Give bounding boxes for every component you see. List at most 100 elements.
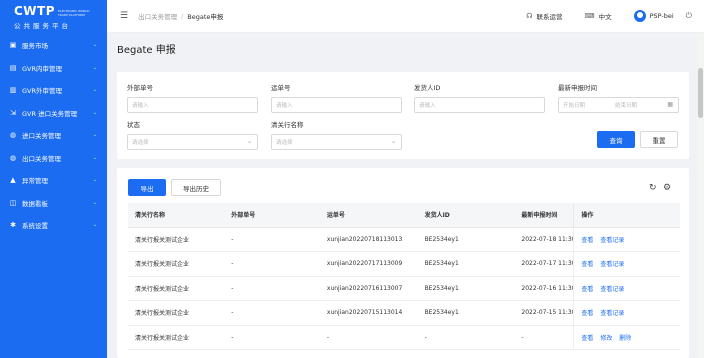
edit-link[interactable]: 修改 bbox=[600, 335, 612, 342]
delete-link[interactable]: 删除 bbox=[619, 335, 631, 342]
cell-time: 2022-07-15 11:30 bbox=[514, 300, 574, 326]
cell-customs-name: 清关行报关测试企业 bbox=[128, 300, 225, 326]
column-header: 外部单号 bbox=[224, 203, 320, 228]
gear-icon: ✱ bbox=[10, 221, 16, 230]
globe-icon: ◍ bbox=[9, 131, 17, 140]
view-link[interactable]: 查看 bbox=[581, 286, 593, 293]
dashboard-icon: ◫ bbox=[9, 198, 17, 207]
sidebar-item-export-customs[interactable]: ◍ 出口关务管理 ⌄ bbox=[0, 147, 107, 170]
view-records-link[interactable]: 查看记录 bbox=[600, 286, 624, 293]
export-history-button[interactable]: 导出历史 bbox=[171, 179, 221, 196]
sidebar-item-service-market[interactable]: ▣ 服务市场 ⌄ bbox=[0, 34, 107, 57]
contact-ops-button[interactable]: ☊ 联系运营 bbox=[526, 11, 562, 21]
waybill-no-field: 运单号 请输入 bbox=[271, 82, 402, 113]
cell-ops: 查看 查看记录 bbox=[573, 300, 680, 326]
view-link[interactable]: 查看 bbox=[581, 237, 593, 244]
sidebar-item-import-customs[interactable]: ◍ 进口关务管理 ⌄ bbox=[0, 124, 107, 147]
menu-toggle-icon[interactable]: ☰ bbox=[120, 11, 128, 21]
cell-external-no: - bbox=[224, 276, 320, 301]
page-scrollbar[interactable] bbox=[697, 34, 704, 358]
sidebar-menu: ▣ 服务市场 ⌄ ▤ GVR内审管理 ⌄ ▥ GVR外审管理 ⌄ ⇲ GVR 进… bbox=[0, 34, 107, 237]
cell-ops: 查看 查看记录 bbox=[573, 227, 680, 252]
language-label: 中文 bbox=[598, 13, 612, 21]
sidebar-item-label: 数据看板 bbox=[22, 199, 48, 208]
sidebar-item-exceptions[interactable]: ▲ 异常管理 ⌄ bbox=[0, 169, 107, 192]
view-link[interactable]: 查看 bbox=[581, 310, 593, 317]
waybill-no-input[interactable]: 请输入 bbox=[271, 97, 402, 113]
warning-icon: ▲ bbox=[10, 176, 16, 185]
query-button[interactable]: 查询 bbox=[597, 131, 635, 148]
column-header: 最新申报时间 bbox=[514, 203, 574, 228]
customs-name-label: 清关行名称 bbox=[271, 121, 304, 129]
table-header-row: 清关行名称 外部单号 运单号 发货人ID 最新申报时间 操作 bbox=[128, 203, 680, 228]
column-header: 运单号 bbox=[319, 203, 418, 228]
shipper-id-placeholder: 请输入 bbox=[419, 103, 436, 109]
cell-ops: 查看 查看记录 bbox=[573, 276, 680, 301]
cell-time: 2022-07-18 11:30 bbox=[514, 227, 574, 252]
sidebar: CWTP ELECTRONIC WORLD TRADE PLATFORM 公共服… bbox=[0, 0, 107, 358]
page-title: Begate 申报 bbox=[117, 45, 176, 56]
date-end: 结束日期 bbox=[615, 103, 638, 109]
chevron-down-icon: ⌄ bbox=[92, 199, 97, 206]
cell-external-no: - bbox=[224, 251, 320, 277]
cell-shipper: BE2534ey1 bbox=[417, 276, 515, 301]
scrollbar-thumb[interactable] bbox=[698, 68, 703, 118]
date-range-picker[interactable]: 开始日期 结束日期 ▦ bbox=[558, 97, 679, 113]
sidebar-item-label: 服务市场 bbox=[22, 42, 48, 51]
status-label: 状态 bbox=[127, 121, 140, 129]
export-button[interactable]: 导出 bbox=[128, 179, 166, 196]
cell-customs-name: 清关行报关测试企业 bbox=[128, 227, 225, 252]
user-name[interactable]: PSP-bei bbox=[650, 12, 674, 20]
cell-customs-name: 清关行报关测试企业 bbox=[128, 276, 225, 301]
top-right-actions: ☊ 联系运营 ⌨ 中文 PSP-bei ⏻ bbox=[526, 10, 704, 22]
sidebar-item-label: 系统设置 bbox=[22, 222, 48, 231]
cell-customs-name: 清关行报关测试企业 bbox=[128, 325, 225, 350]
language-switch[interactable]: ⌨ 中文 bbox=[584, 11, 611, 21]
contact-ops-label: 联系运营 bbox=[536, 13, 563, 21]
sidebar-item-label: GVR外审管理 bbox=[22, 87, 62, 96]
customs-name-field: 清关行名称 请选择 ⌄ bbox=[271, 119, 402, 150]
chevron-down-icon: ⌄ bbox=[390, 138, 396, 145]
sidebar-item-gvr-internal[interactable]: ▤ GVR内审管理 ⌄ bbox=[0, 57, 107, 80]
sidebar-item-label: 异常管理 bbox=[22, 177, 48, 186]
logo-tagline: ELECTRONIC WORLD TRADE PLATFORM bbox=[58, 9, 90, 17]
import-icon: ⇲ bbox=[10, 108, 16, 117]
sidebar-item-gvr-external[interactable]: ▥ GVR外审管理 ⌄ bbox=[0, 79, 107, 102]
breadcrumb-parent[interactable]: 出口关务管理 bbox=[138, 11, 177, 21]
external-no-input[interactable]: 请输入 bbox=[127, 97, 258, 113]
view-link[interactable]: 查看 bbox=[581, 335, 593, 342]
view-records-link[interactable]: 查看记录 bbox=[600, 310, 624, 317]
shipper-id-field: 发货人ID 请输入 bbox=[414, 82, 545, 113]
calendar-icon: ▦ bbox=[667, 101, 673, 108]
chevron-down-icon: ⌄ bbox=[92, 177, 97, 184]
headset-icon: ☊ bbox=[526, 12, 533, 20]
view-records-link[interactable]: 查看记录 bbox=[600, 237, 624, 244]
customs-name-select[interactable]: 请选择 ⌄ bbox=[271, 134, 402, 150]
logo-name: 公共服务平台 bbox=[14, 22, 71, 30]
reset-button[interactable]: 重置 bbox=[640, 131, 678, 148]
sidebar-item-label: GVR 进口关务管理 bbox=[22, 109, 78, 118]
date-start: 开始日期 bbox=[563, 103, 586, 109]
sidebar-item-label: 进口关务管理 bbox=[22, 132, 61, 141]
cell-waybill: xunjian20220715113014 bbox=[319, 300, 418, 326]
sidebar-item-label: 出口关务管理 bbox=[22, 154, 61, 163]
refresh-icon[interactable]: ↻ bbox=[649, 183, 657, 193]
view-link[interactable]: 查看 bbox=[581, 261, 593, 268]
top-bar: ☰ 出口关务管理 / Begate申报 ☊ 联系运营 ⌨ 中文 PSP-bei … bbox=[107, 0, 704, 33]
status-field: 状态 请选择 ⌄ bbox=[127, 119, 258, 150]
breadcrumb-current: Begate申报 bbox=[187, 13, 224, 21]
sidebar-item-settings[interactable]: ✱ 系统设置 ⌄ bbox=[0, 214, 107, 237]
shipper-id-label: 发货人ID bbox=[414, 84, 441, 92]
avatar[interactable] bbox=[633, 10, 646, 22]
view-records-link[interactable]: 查看记录 bbox=[600, 261, 624, 268]
column-header: 清关行名称 bbox=[128, 203, 225, 228]
shipper-id-input[interactable]: 请输入 bbox=[414, 97, 545, 113]
logo-mark: CWTP bbox=[14, 4, 56, 18]
sidebar-item-label: GVR内审管理 bbox=[22, 64, 62, 73]
table-row: 清关行报关测试企业 - xunjian20220717113009 BE2534… bbox=[128, 251, 680, 277]
settings-icon[interactable]: ⚙ bbox=[663, 183, 671, 193]
sidebar-item-gvr-import[interactable]: ⇲ GVR 进口关务管理 ⌄ bbox=[0, 102, 107, 125]
power-icon[interactable]: ⏻ bbox=[686, 11, 692, 21]
status-select[interactable]: 请选择 ⌄ bbox=[127, 134, 258, 150]
sidebar-item-dashboard[interactable]: ◫ 数据看板 ⌄ bbox=[0, 192, 107, 215]
